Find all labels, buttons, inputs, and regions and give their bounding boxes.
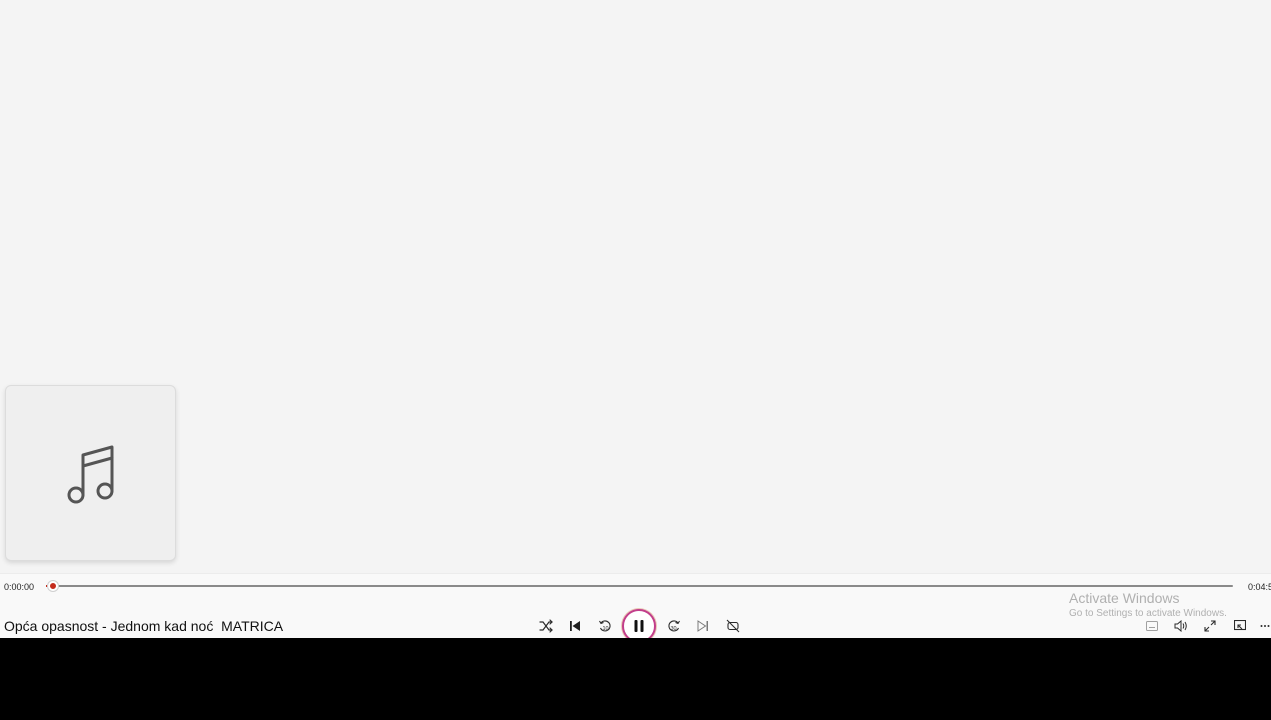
- next-track-icon: [697, 620, 708, 632]
- svg-text:30: 30: [670, 626, 676, 632]
- media-player-window: 0:00:00 0:04:52 Opća opasnost - Jednom k…: [0, 0, 1271, 643]
- shuffle-icon: [539, 619, 553, 633]
- track-title: Opća opasnost - Jednom kad noć MATRICA: [4, 618, 284, 634]
- album-art-placeholder[interactable]: [5, 385, 176, 561]
- watermark-title: Activate Windows: [1069, 590, 1180, 606]
- fullscreen-icon: [1204, 620, 1216, 632]
- transport-bar: 0:00:00 0:04:52 Opća opasnost - Jednom k…: [0, 573, 1271, 643]
- skip-forward-button[interactable]: 30: [663, 615, 685, 637]
- seek-thumb[interactable]: [48, 581, 58, 591]
- elapsed-time: 0:00:00: [4, 582, 35, 592]
- skip-forward-30-icon: 30: [668, 620, 680, 632]
- volume-button[interactable]: [1170, 615, 1192, 637]
- black-letterbox: [0, 638, 1271, 720]
- music-note-icon: [67, 445, 114, 504]
- total-duration: 0:04:52: [1248, 582, 1271, 592]
- captions-button[interactable]: [1141, 615, 1163, 637]
- seek-bar[interactable]: [46, 585, 1233, 587]
- volume-icon: [1174, 620, 1187, 632]
- pause-icon: [634, 620, 644, 632]
- previous-button[interactable]: [564, 615, 586, 637]
- skip-back-10-icon: 10: [599, 620, 611, 632]
- skip-back-button[interactable]: 10: [594, 615, 616, 637]
- previous-track-icon: [570, 621, 580, 631]
- next-button[interactable]: [692, 615, 714, 637]
- fullscreen-button[interactable]: [1199, 615, 1221, 637]
- mini-player-icon: [1234, 620, 1246, 631]
- repeat-off-icon: [726, 619, 740, 633]
- more-options-icon: [1260, 625, 1269, 627]
- more-options-button[interactable]: [1258, 615, 1271, 637]
- svg-text:10: 10: [602, 626, 608, 632]
- mini-player-button[interactable]: [1229, 615, 1251, 637]
- captions-icon: [1146, 621, 1158, 631]
- repeat-button[interactable]: [722, 615, 744, 637]
- shuffle-button[interactable]: [535, 615, 557, 637]
